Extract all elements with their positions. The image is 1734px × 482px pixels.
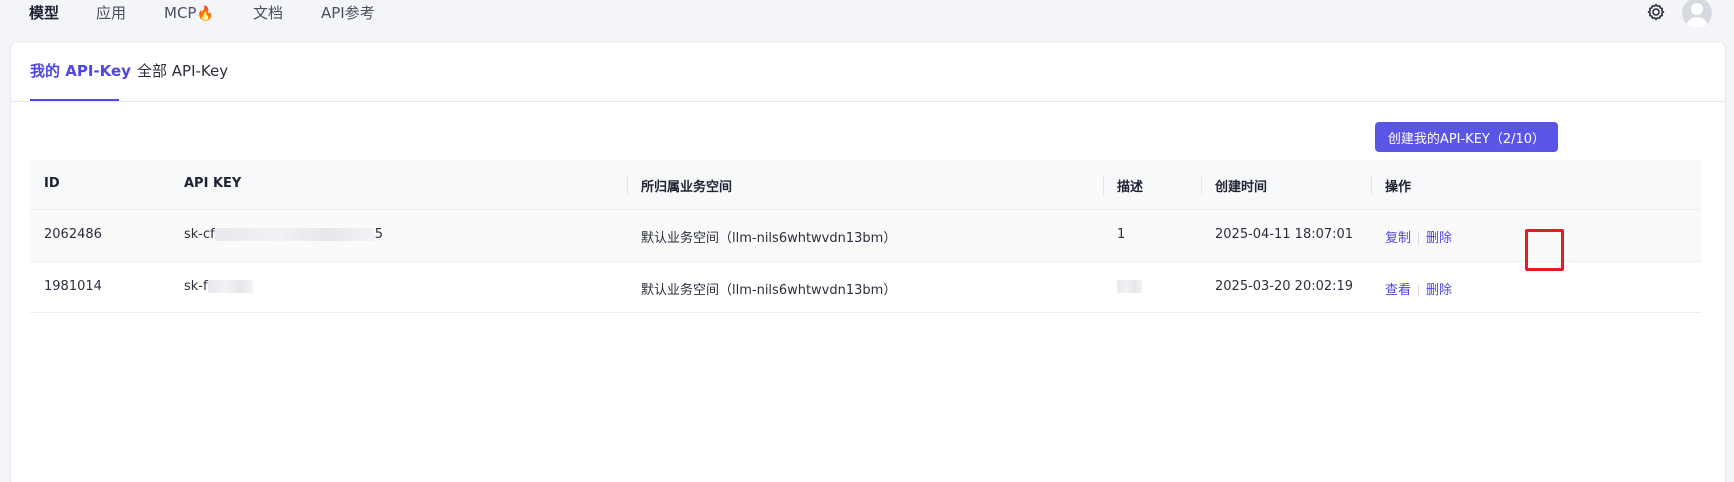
header-actions: 操作 xyxy=(1385,180,1412,195)
header-api-key: API KEY xyxy=(184,176,242,191)
nav-item-apps[interactable]: 应用 xyxy=(96,3,126,23)
action-divider xyxy=(1418,284,1420,297)
tab-bar: 我的 API-Key 全部 API-Key xyxy=(11,42,1725,102)
avatar-head-shape xyxy=(1691,3,1703,15)
cell-business-space: 默认业务空间（llm-nils6whtwvdn13bm） xyxy=(641,231,897,246)
api-key-table: ID API KEY 所归属业务空间 描述 创建时间 操作 2062486 sk… xyxy=(30,160,1701,313)
cell-actions: 复制 删除 xyxy=(1385,227,1452,246)
api-key-prefix: sk-f xyxy=(184,279,208,294)
active-tab-indicator xyxy=(30,99,119,101)
settings-gear-icon[interactable] xyxy=(1646,2,1666,22)
action-divider xyxy=(1418,232,1420,245)
cell-id: 2062486 xyxy=(44,227,102,242)
redacted-key-mask xyxy=(207,280,253,293)
column-divider xyxy=(1103,175,1104,195)
column-divider xyxy=(1201,175,1202,195)
cell-description: 1 xyxy=(1117,227,1126,242)
cell-description xyxy=(1117,279,1142,294)
view-button[interactable]: 查看 xyxy=(1385,283,1411,298)
tab-my-api-key[interactable]: 我的 API-Key xyxy=(30,61,131,81)
nav-item-docs[interactable]: 文档 xyxy=(253,3,283,23)
nav-item-api-reference[interactable]: API参考 xyxy=(321,3,375,23)
nav-item-mcp[interactable]: MCP🔥 xyxy=(164,3,214,24)
cell-id: 1981014 xyxy=(44,279,102,294)
nav-item-models[interactable]: 模型 xyxy=(29,3,59,23)
cell-api-key: sk-cf 5 xyxy=(184,227,383,242)
copy-button-highlight-box xyxy=(1525,229,1564,271)
redacted-key-mask xyxy=(214,228,375,241)
api-key-suffix: 5 xyxy=(374,227,383,242)
header-business-space: 所归属业务空间 xyxy=(641,180,733,195)
fire-icon: 🔥 xyxy=(196,6,214,22)
column-divider xyxy=(627,175,628,195)
cell-business-space: 默认业务空间（llm-nils6whtwvdn13bm） xyxy=(641,283,897,298)
table-header: ID API KEY 所归属业务空间 描述 创建时间 操作 xyxy=(30,160,1701,210)
cell-api-key: sk-f xyxy=(184,279,253,294)
delete-button[interactable]: 删除 xyxy=(1426,283,1452,298)
header-id: ID xyxy=(44,176,60,191)
header-description: 描述 xyxy=(1117,180,1144,195)
avatar-body-shape xyxy=(1686,17,1708,28)
cell-created-time: 2025-03-20 20:02:19 xyxy=(1215,279,1354,294)
delete-button[interactable]: 删除 xyxy=(1426,231,1452,246)
api-key-prefix: sk-cf xyxy=(184,227,215,242)
header-created-time: 创建时间 xyxy=(1215,180,1268,195)
table-row: 1981014 sk-f 默认业务空间（llm-nils6whtwvdn13bm… xyxy=(30,262,1701,313)
api-key-card: 我的 API-Key 全部 API-Key 创建我的API-KEY（2/10） … xyxy=(10,41,1726,482)
cell-actions: 查看 删除 xyxy=(1385,279,1452,298)
top-nav: 模型 应用 MCP🔥 文档 API参考 xyxy=(0,0,1734,36)
column-divider xyxy=(1371,175,1372,195)
cell-created-time: 2025-04-11 18:07:01 xyxy=(1215,227,1354,242)
user-avatar[interactable] xyxy=(1682,0,1712,28)
nav-item-mcp-label: MCP xyxy=(164,4,197,22)
redacted-description-mask xyxy=(1117,280,1142,293)
tab-all-api-key[interactable]: 全部 API-Key xyxy=(137,61,228,81)
table-row: 2062486 sk-cf 5 默认业务空间（llm-nils6whtwvdn13… xyxy=(30,210,1701,262)
copy-button[interactable]: 复制 xyxy=(1385,231,1411,246)
create-api-key-button[interactable]: 创建我的API-KEY（2/10） xyxy=(1375,122,1558,152)
